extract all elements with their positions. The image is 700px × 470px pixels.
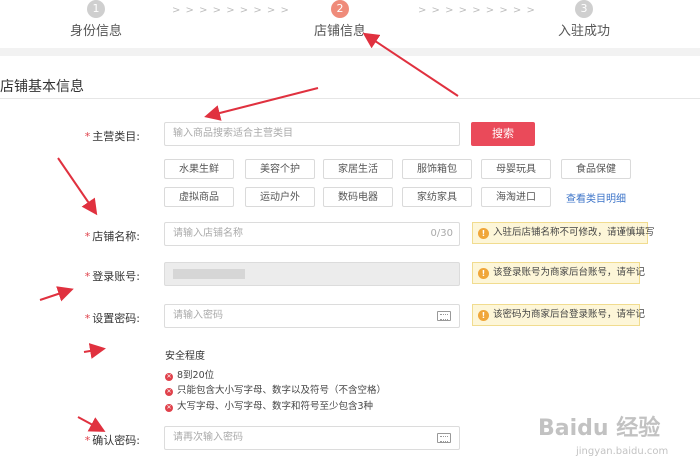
step-separator: > > > > > > > > > [172,5,290,16]
step-label: 身份信息 [69,24,122,39]
x-icon: ✕ [165,373,173,381]
login-account-field [164,262,460,286]
search-button[interactable]: 搜索 [471,122,535,146]
strength-rule: ✕ 只能包含大小写字母、数字以及符号（不含空格） [165,385,387,396]
category-label: * 主营类目: [84,130,140,143]
warning-icon: ! [478,228,489,239]
category-option[interactable]: 运动户外 [245,187,315,207]
step-complete: 3 入驻成功 [556,0,612,39]
store-name-input[interactable]: 请输入店铺名称 0/30 [164,222,460,246]
store-name-tip: ! 入驻后店铺名称不可修改，请谨慎填写 [472,222,655,244]
store-name-placeholder: 请输入店铺名称 [173,228,243,239]
keyboard-icon[interactable] [437,433,451,443]
login-account-label: * 登录账号: [84,270,140,283]
step-label: 入驻成功 [557,24,610,39]
warning-icon: ! [478,310,489,321]
strength-rule: ✕ 大写字母、小写字母、数字和符号至少包含3种 [165,401,374,412]
step-number: 3 [575,0,593,18]
password-placeholder: 请输入密码 [173,310,223,321]
password-tip: ! 该密码为商家后台登录账号，请牢记 [472,304,645,326]
confirm-password-input[interactable]: 请再次输入密码 [164,426,460,450]
step-number: 2 [331,0,349,18]
category-option[interactable]: 美容个护 [245,159,315,179]
x-icon: ✕ [165,404,173,412]
view-category-details-link[interactable]: 查看类目明细 [566,190,626,205]
confirm-password-label: * 确认密码: [84,434,140,447]
section-title: 店铺基本信息 [0,79,84,95]
step-label: 店铺信息 [313,24,366,39]
step-separator: > > > > > > > > > [418,5,536,16]
category-option[interactable]: 虚拟商品 [164,187,234,207]
category-option[interactable]: 食品保健 [561,159,631,179]
strength-title: 安全程度 [165,351,205,362]
progress-steps: 1 身份信息 > > > > > > > > > 2 店铺信息 > > > > … [0,0,700,48]
category-option[interactable]: 水果生鲜 [164,159,234,179]
step-store: 2 店铺信息 [308,0,372,39]
confirm-password-placeholder: 请再次输入密码 [173,432,243,443]
baidu-watermark: Baidu 经验 [538,416,661,441]
password-input[interactable]: 请输入密码 [164,304,460,328]
keyboard-icon[interactable] [437,311,451,321]
category-option[interactable]: 服饰箱包 [402,159,472,179]
warning-icon: ! [478,268,489,279]
strength-rule: ✕ 8到20位 [165,370,215,381]
category-option[interactable]: 家居生活 [323,159,393,179]
step-number: 1 [87,0,105,18]
category-search-input[interactable]: 输入商品搜索适合主营类目 [164,122,460,146]
x-icon: ✕ [165,388,173,396]
char-counter: 0/30 [430,228,453,239]
category-option[interactable]: 母婴玩具 [481,159,551,179]
category-option[interactable]: 海淘进口 [481,187,551,207]
category-option[interactable]: 数码电器 [323,187,393,207]
category-option[interactable]: 家纺家具 [402,187,472,207]
blurred-account [173,269,245,279]
store-name-label: * 店铺名称: [84,230,140,243]
password-label: * 设置密码: [84,312,140,325]
step-identity: 1 身份信息 [66,0,126,39]
baidu-watermark-url: jingyan.baidu.com [576,446,669,457]
page: 1 身份信息 > > > > > > > > > 2 店铺信息 > > > > … [0,0,700,470]
section-divider [0,98,700,99]
login-account-tip: ! 该登录账号为商家后台账号，请牢记 [472,262,645,284]
